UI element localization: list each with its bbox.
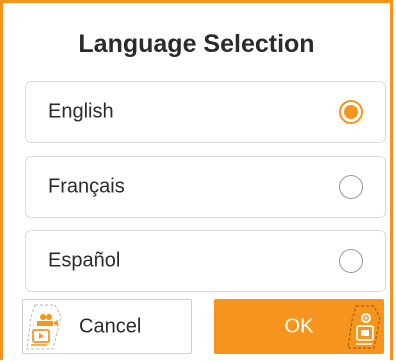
language-option-label: Español [48, 249, 121, 272]
radio-selected-icon[interactable] [339, 100, 363, 124]
language-option-english[interactable]: English [25, 81, 386, 143]
language-option-label: English [48, 100, 114, 123]
language-option-spanish[interactable]: Español [25, 230, 386, 292]
language-option-label: Français [48, 175, 125, 198]
radio-unselected-icon[interactable] [339, 249, 363, 273]
gamepad-video-icon [25, 303, 63, 356]
cancel-button-label: Cancel [79, 315, 142, 337]
settings-device-icon [344, 302, 382, 355]
ok-button[interactable]: OK [214, 299, 384, 354]
cancel-button[interactable]: Cancel [22, 299, 192, 354]
radio-unselected-icon[interactable] [339, 175, 363, 199]
language-option-french[interactable]: Français [25, 156, 386, 218]
dialog-title: Language Selection [78, 30, 315, 58]
